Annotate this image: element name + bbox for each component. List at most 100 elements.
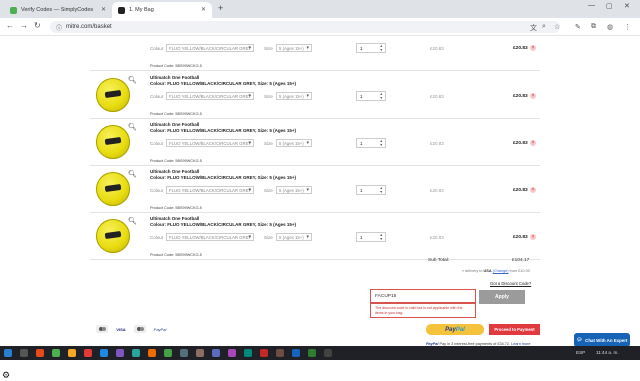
spinner-icon[interactable]: ▲ ▼	[380, 44, 383, 52]
forward-icon[interactable]: →	[20, 21, 28, 30]
spinner-icon[interactable]: ▲ ▼	[380, 139, 383, 147]
size-select[interactable]: 5 (Ages 15+)	[276, 92, 312, 100]
folder-icon[interactable]	[68, 349, 76, 357]
app-icon[interactable]	[324, 349, 332, 357]
line-total: £20.83	[513, 188, 528, 193]
app-icon[interactable]	[180, 349, 188, 357]
app-icon[interactable]	[212, 349, 220, 357]
product-name[interactable]: Ultimatch One Football	[150, 169, 199, 174]
remove-item-icon[interactable]: ×	[530, 93, 536, 99]
zoom-icon[interactable]: ⌕	[542, 23, 546, 31]
product-name[interactable]: Ultimatch One Football	[150, 216, 199, 221]
product-image[interactable]	[96, 172, 130, 206]
app-icon[interactable]	[52, 349, 60, 357]
quantity-stepper[interactable]: 1 ▲ ▼	[356, 91, 386, 101]
tab-label: Verify Codes — SimplyCodes	[21, 7, 94, 13]
app-icon[interactable]	[100, 349, 108, 357]
zoom-icon[interactable]: 🔍︎	[128, 76, 137, 84]
apply-button[interactable]: Apply	[479, 290, 525, 304]
colour-select[interactable]: FLUO YELLOW/BLACK/CIRCULAR GREY	[166, 233, 254, 241]
search-icon[interactable]	[20, 349, 28, 357]
zoom-icon[interactable]: 🔍︎	[128, 217, 137, 225]
quantity-stepper[interactable]: 1 ▲ ▼	[356, 185, 386, 195]
product-name[interactable]: Ultimatch One Football	[150, 122, 199, 127]
app-icon[interactable]	[84, 349, 92, 357]
clock[interactable]: 11:44 a. m.	[596, 350, 619, 355]
size-label: Size	[264, 94, 273, 99]
excel-icon[interactable]	[308, 349, 316, 357]
product-image[interactable]	[96, 125, 130, 159]
discount-code-link[interactable]: Got a Discount Code?	[490, 281, 531, 286]
spinner-icon[interactable]: ▲ ▼	[380, 186, 383, 194]
chat-button[interactable]: 💬︎ Chat With An Expert	[574, 333, 630, 347]
remove-item-icon[interactable]: ×	[530, 187, 536, 193]
window-close-icon[interactable]: ✕	[624, 2, 630, 10]
quantity-stepper[interactable]: 1 ▲ ▼	[356, 138, 386, 148]
basket-item: 🔍︎ Ultimatch One Football Colour: FLUO Y…	[90, 119, 540, 166]
change-country-link[interactable]: (Change)	[493, 269, 509, 273]
maximize-icon[interactable]: ▢	[606, 2, 613, 10]
product-variant: Colour: FLUO YELLOW/BLACK/CIRCULAR GREY,…	[150, 175, 297, 180]
minimize-icon[interactable]: —	[588, 2, 595, 9]
spinner-icon[interactable]: ▲ ▼	[380, 92, 383, 100]
app-icon[interactable]	[148, 349, 156, 357]
app-icon[interactable]	[292, 349, 300, 357]
app-icon[interactable]	[36, 349, 44, 357]
colour-select[interactable]: FLUO YELLOW/BLACK/CIRCULAR GREY	[166, 92, 254, 100]
close-icon[interactable]: ✕	[201, 6, 206, 13]
product-image[interactable]	[96, 78, 130, 112]
app-icon[interactable]	[260, 349, 268, 357]
colour-select[interactable]: FLUO YELLOW/BLACK/CIRCULAR GREY	[166, 186, 254, 194]
chrome-icon[interactable]	[164, 349, 172, 357]
app-icon[interactable]	[276, 349, 284, 357]
back-icon[interactable]: ←	[6, 21, 14, 30]
close-icon[interactable]: ✕	[101, 6, 106, 13]
size-label: Size	[264, 188, 273, 193]
start-icon[interactable]	[4, 349, 12, 357]
remove-item-icon[interactable]: ×	[530, 45, 536, 51]
edit-icon[interactable]: ✎	[575, 23, 581, 31]
size-select[interactable]: 5 (Ages 15+)	[276, 186, 312, 194]
new-tab-icon[interactable]: +	[218, 3, 223, 13]
delivery-prefix: » delivery to	[462, 269, 483, 273]
quantity-stepper[interactable]: 1 ▲ ▼	[356, 232, 386, 242]
app-icon[interactable]	[132, 349, 140, 357]
tab-my-bag[interactable]: 1. My Bag ✕	[112, 2, 212, 18]
size-select[interactable]: 5 (Ages 15+)	[276, 233, 312, 241]
site-info-icon[interactable]: ⓘ	[56, 23, 62, 32]
line-total: £20.83	[513, 94, 528, 99]
qty-value: 1	[360, 140, 363, 146]
zoom-icon[interactable]: 🔍︎	[128, 170, 137, 178]
gear-icon[interactable]: ⚙	[2, 370, 10, 381]
app-icon[interactable]	[244, 349, 252, 357]
zoom-icon[interactable]: 🔍︎	[128, 123, 137, 131]
discount-code-input[interactable]: FACUP15	[370, 289, 476, 303]
app-icon[interactable]	[228, 349, 236, 357]
app-icon[interactable]	[116, 349, 124, 357]
product-name[interactable]: Ultimatch One Football	[150, 75, 199, 80]
colour-select[interactable]: FLUO YELLOW/BLACK/CIRCULAR GREY	[166, 44, 254, 52]
line-total: £20.83	[513, 46, 528, 51]
spinner-icon[interactable]: ▲ ▼	[380, 233, 383, 241]
size-select[interactable]: 5 (Ages 15+)	[276, 139, 312, 147]
paypal-button[interactable]: Pay Pal	[426, 324, 484, 335]
bookmark-icon[interactable]: ☆	[554, 23, 560, 31]
extensions-icon[interactable]: ⧉	[591, 23, 596, 31]
product-image[interactable]	[96, 219, 130, 253]
tab-verify-codes[interactable]: Verify Codes — SimplyCodes ✕	[4, 2, 112, 18]
proceed-to-payment-button[interactable]: Proceed to Payment	[489, 324, 540, 335]
remove-item-icon[interactable]: ×	[530, 140, 536, 146]
quantity-stepper[interactable]: 1 ▲ ▼	[356, 43, 386, 53]
language-indicator[interactable]: ESP	[576, 350, 585, 355]
menu-icon[interactable]: ⋮	[624, 23, 631, 31]
profile-icon[interactable]: ◍	[607, 23, 613, 31]
qty-value: 1	[360, 93, 363, 99]
colour-select[interactable]: FLUO YELLOW/BLACK/CIRCULAR GREY	[166, 139, 254, 147]
qty-value: 1	[360, 234, 363, 240]
remove-item-icon[interactable]: ×	[530, 234, 536, 240]
app-icon[interactable]	[196, 349, 204, 357]
reload-icon[interactable]: ↻	[34, 21, 41, 30]
size-select[interactable]: 5 (Ages 15+)	[276, 44, 312, 52]
unit-price: £20.83	[430, 46, 444, 51]
basket-item: 🔍︎ Ultimatch One Football Colour: FLUO Y…	[90, 72, 540, 119]
